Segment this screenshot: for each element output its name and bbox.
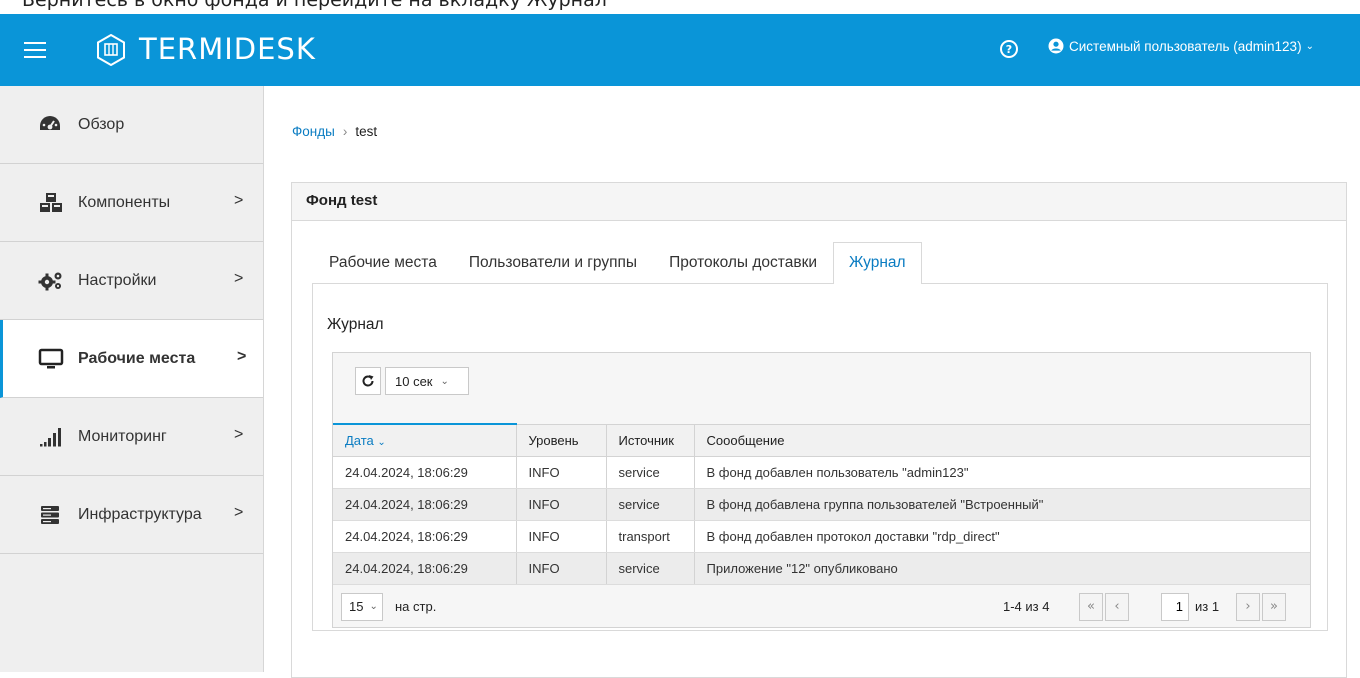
pagination-bar: 15 ⌄ на стр. 1-4 из 4 « ‹ из 1 › » <box>333 585 1310 629</box>
cell-date: 24.04.2024, 18:06:29 <box>333 488 517 521</box>
cell-message: В фонд добавлен протокол доставки "rdp_d… <box>694 520 1310 553</box>
breadcrumb-separator: › <box>342 124 348 139</box>
range-text: 1-4 из 4 <box>1003 598 1050 614</box>
cubes-icon <box>40 192 62 212</box>
chevron-left-icon: ‹ <box>1114 599 1120 614</box>
sidebar-item-overview[interactable]: Обзор <box>0 86 263 164</box>
table-header-row: Дата ⌄ Уровень Источник Сооoбщение <box>333 423 1310 457</box>
journal-table-box: 10 сек ⌄ Дата ⌄ Уровень Источник Сооoбщен… <box>332 352 1311 628</box>
user-name: Системный пользователь (admin123) <box>1069 38 1302 54</box>
table-row[interactable]: 24.04.2024, 18:06:29 INFO service В фонд… <box>333 488 1310 521</box>
column-header-message[interactable]: Сооoбщение <box>694 423 1310 457</box>
sidebar-item-label: Настройки <box>78 271 157 289</box>
chevron-right-icon: › <box>1245 599 1251 614</box>
cell-level: INFO <box>516 552 607 585</box>
sidebar-item-label: Мониторинг <box>78 427 167 445</box>
cell-message: Приложение "12" опубликовано <box>694 552 1310 585</box>
chevron-right-icon: > <box>234 270 244 287</box>
table-toolbar: 10 сек ⌄ <box>333 353 1310 423</box>
dashboard-icon <box>40 115 60 130</box>
sidebar-item-settings[interactable]: Настройки > <box>0 242 263 320</box>
cell-message: В фонд добавлена группа пользователей "В… <box>694 488 1310 521</box>
double-chevron-left-icon: « <box>1087 599 1095 614</box>
tab-journal[interactable]: Журнал <box>833 242 922 284</box>
refresh-button[interactable] <box>355 367 381 395</box>
table-row[interactable]: 24.04.2024, 18:06:29 INFO service В фонд… <box>333 456 1310 489</box>
svg-text:?: ? <box>1006 43 1012 56</box>
column-header-source[interactable]: Источник <box>606 423 695 457</box>
user-menu[interactable]: Системный пользователь (admin123) ⌄ <box>1048 38 1314 54</box>
top-header: TERMIDESK ? Системный пользователь (admi… <box>0 14 1360 86</box>
breadcrumb-current: test <box>355 124 378 139</box>
gears-icon <box>38 272 62 290</box>
help-icon[interactable]: ? <box>1000 40 1018 58</box>
sidebar-item-monitoring[interactable]: Мониторинг > <box>0 398 263 476</box>
section-title: Журнал <box>327 316 384 333</box>
chevron-right-icon: > <box>237 348 247 365</box>
logo-icon <box>97 34 125 66</box>
logo-text: TERMIDESK <box>139 32 316 66</box>
chevron-down-icon: ⌄ <box>440 375 449 387</box>
page-number-input[interactable] <box>1161 592 1189 621</box>
per-page-select[interactable]: 15 ⌄ <box>341 592 383 621</box>
page-count: из 1 <box>1195 598 1220 614</box>
signal-bars-icon <box>40 427 61 446</box>
page-caption: Вернитесь в окно фонда и перейдите на вк… <box>22 0 607 11</box>
cell-date: 24.04.2024, 18:06:29 <box>333 552 517 585</box>
panel-title: Фонд test <box>292 183 1346 221</box>
sidebar-item-label: Рабочие места <box>78 349 196 367</box>
server-icon <box>41 505 59 524</box>
chevron-right-icon: > <box>234 192 244 209</box>
refresh-icon <box>362 375 374 387</box>
tab-users-groups[interactable]: Пользователи и группы <box>453 242 653 284</box>
next-page-button[interactable]: › <box>1236 592 1260 621</box>
per-page-label: на стр. <box>395 598 437 614</box>
prev-page-button[interactable]: ‹ <box>1105 592 1129 621</box>
cell-level: INFO <box>516 488 607 521</box>
tab-delivery-protocols[interactable]: Протоколы доставки <box>653 242 833 284</box>
sidebar-item-label: Компоненты <box>78 193 171 211</box>
interval-value: 10 сек <box>395 373 433 389</box>
cell-date: 24.04.2024, 18:06:29 <box>333 456 517 489</box>
first-page-button[interactable]: « <box>1079 592 1103 621</box>
table-row[interactable]: 24.04.2024, 18:06:29 INFO transport В фо… <box>333 520 1310 553</box>
cell-level: INFO <box>516 520 607 553</box>
double-chevron-right-icon: » <box>1270 599 1278 614</box>
cell-source: transport <box>606 520 695 553</box>
sidebar-item-components[interactable]: Компоненты > <box>0 164 263 242</box>
tab-bar: Рабочие места Пользователи и группы Прот… <box>313 242 922 284</box>
sort-chevron-icon: ⌄ <box>377 436 386 448</box>
tab-workplaces[interactable]: Рабочие места <box>313 242 453 284</box>
journal-table: Дата ⌄ Уровень Источник Сооoбщение 24.04… <box>333 423 1310 585</box>
sidebar-item-infrastructure[interactable]: Инфраструктура > <box>0 476 263 554</box>
sidebar-item-label: Обзор <box>78 115 125 133</box>
chevron-right-icon: > <box>234 426 244 443</box>
sidebar: Обзор Компоненты > Настройки > Рабочие м… <box>0 86 264 672</box>
breadcrumb: Фонды › test <box>292 124 377 139</box>
cell-source: service <box>606 456 695 489</box>
sidebar-item-workplaces[interactable]: Рабочие места > <box>0 320 263 398</box>
user-avatar-icon <box>1048 38 1064 54</box>
table-row[interactable]: 24.04.2024, 18:06:29 INFO service Прилож… <box>333 552 1310 585</box>
menu-icon[interactable] <box>24 42 46 58</box>
column-header-level[interactable]: Уровень <box>516 423 607 457</box>
monitor-icon <box>38 348 64 368</box>
cell-date: 24.04.2024, 18:06:29 <box>333 520 517 553</box>
cell-source: service <box>606 552 695 585</box>
main-content: Фонды › test Фонд test Рабочие места Польз… <box>264 86 1360 678</box>
cell-level: INFO <box>516 456 607 489</box>
cell-source: service <box>606 488 695 521</box>
chevron-right-icon: > <box>234 504 244 521</box>
cell-message: В фонд добавлен пользователь "admin123" <box>694 456 1310 489</box>
chevron-down-icon: ⌄ <box>369 601 378 612</box>
sidebar-item-label: Инфраструктура <box>78 505 202 523</box>
chevron-down-icon: ⌄ <box>1305 40 1314 52</box>
refresh-interval-select[interactable]: 10 сек ⌄ <box>385 367 469 395</box>
per-page-value: 15 <box>349 599 364 614</box>
pool-panel: Фонд test Рабочие места Пользователи и г… <box>291 182 1347 678</box>
breadcrumb-link-pools[interactable]: Фонды <box>292 124 335 139</box>
tab-content: Журнал 10 сек ⌄ Дата ⌄ Уровень Источник … <box>312 283 1328 631</box>
last-page-button[interactable]: » <box>1262 592 1286 621</box>
column-header-date[interactable]: Дата ⌄ <box>333 423 517 457</box>
